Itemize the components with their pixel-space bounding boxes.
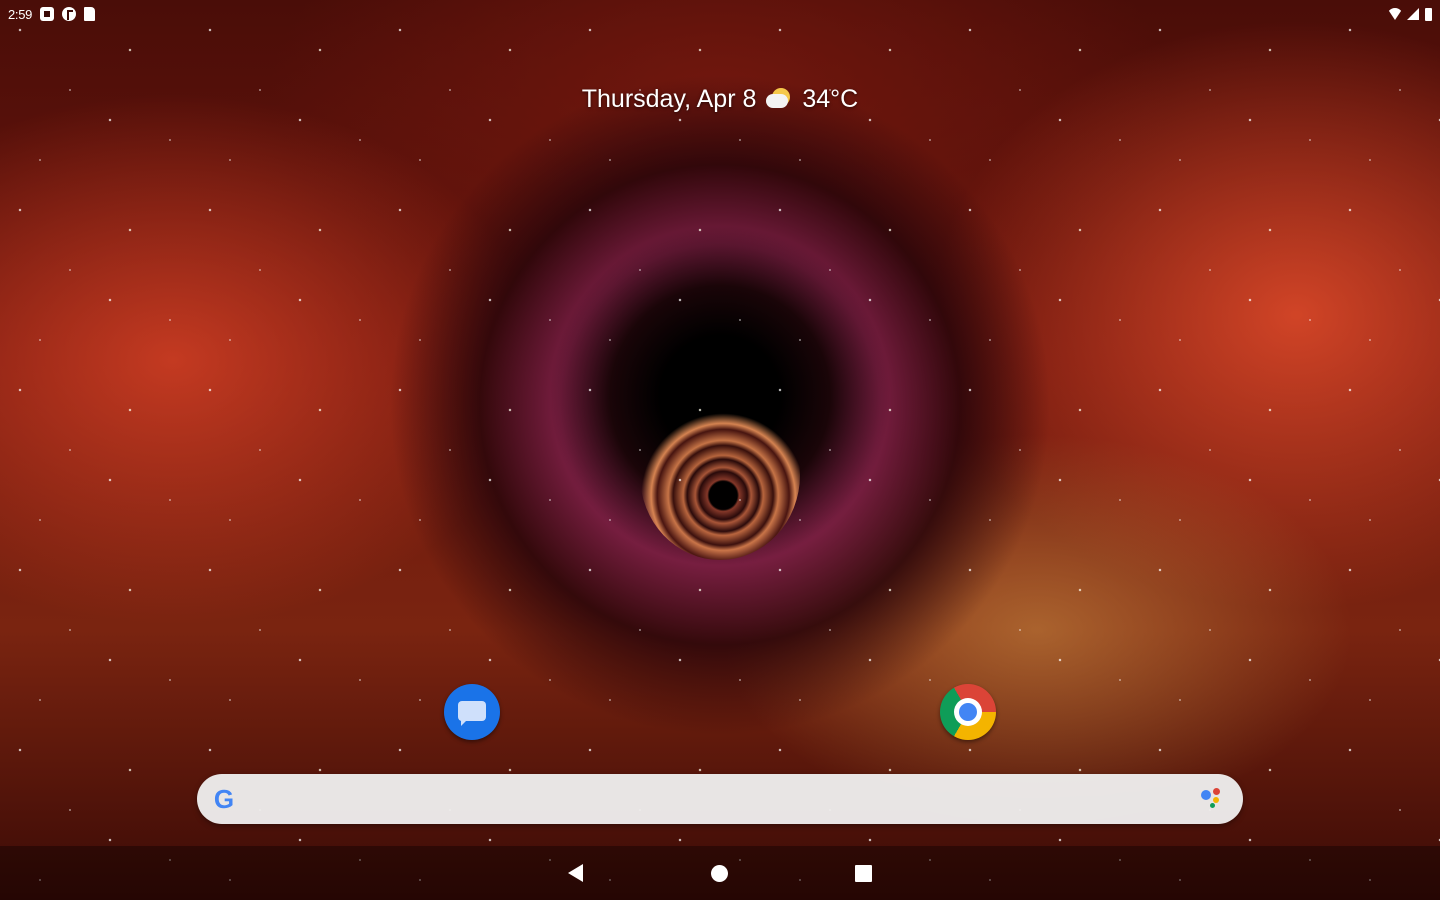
status-bar: 2:59: [0, 0, 1440, 28]
google-logo-icon[interactable]: G: [211, 786, 237, 812]
status-left: 2:59: [8, 6, 96, 22]
wifi-icon: [1387, 8, 1403, 20]
assistant-dot-green: [1210, 803, 1215, 808]
back-button[interactable]: [568, 864, 583, 882]
wallpaper-stars: [0, 0, 1440, 900]
google-assistant-icon[interactable]: [1201, 788, 1225, 810]
partly-cloudy-icon[interactable]: [766, 88, 792, 110]
chrome-core: [959, 703, 977, 721]
chat-bubble-icon: [458, 701, 486, 726]
chrome-app-icon[interactable]: [940, 684, 996, 740]
assistant-dot-blue: [1201, 790, 1211, 800]
signal-icon: [1407, 8, 1419, 20]
recents-button[interactable]: [855, 865, 872, 882]
glance-date[interactable]: Thursday, Apr 8: [582, 85, 757, 114]
sd-card-icon: [84, 7, 96, 21]
google-search-bar[interactable]: G: [197, 774, 1243, 824]
at-a-glance-widget[interactable]: Thursday, Apr 8 34°C: [0, 80, 1440, 118]
battery-icon: [1425, 7, 1432, 21]
navigation-bar: [0, 846, 1440, 900]
status-time: 2:59: [8, 6, 33, 22]
notification-round-icon: [62, 7, 77, 21]
cloud-shape: [766, 94, 789, 108]
assistant-dot-yellow: [1213, 797, 1219, 803]
glance-temperature[interactable]: 34°C: [802, 85, 858, 114]
assistant-dot-red: [1213, 788, 1220, 795]
messages-app-icon[interactable]: [444, 684, 500, 740]
notification-square-icon: [40, 7, 55, 21]
status-right: [1387, 7, 1432, 21]
home-button[interactable]: [711, 865, 728, 882]
